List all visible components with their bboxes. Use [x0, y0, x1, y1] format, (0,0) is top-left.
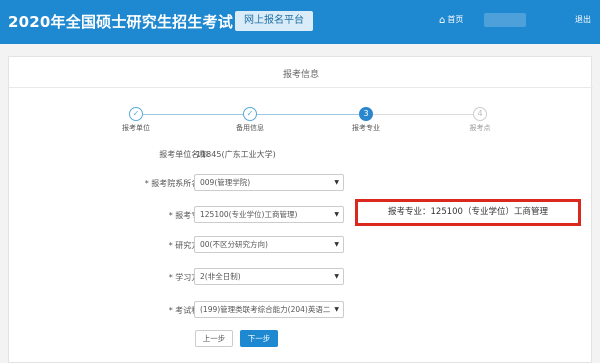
step-connector [143, 114, 243, 115]
user-name-redacted [484, 13, 526, 27]
step-1-label: 报考单位 [122, 124, 150, 132]
step-4-marker: 4 [473, 107, 487, 121]
dropdown-arrow-icon: ▼ [334, 241, 339, 248]
home-link[interactable]: ⌂ 首页 [439, 14, 463, 27]
dropdown-arrow-icon: ▼ [334, 306, 339, 313]
dropdown-arrow-icon: ▼ [334, 273, 339, 280]
major-highlight-callout: 报考专业：125100（专业学位）工商管理 [355, 199, 581, 226]
major-label: * 报考专业: [168, 211, 210, 220]
subjects-value: (199)管理类联考综合能力(204)英语二(-)(无 [200, 305, 330, 314]
unit-value: 11845(广东工业大学) [196, 150, 276, 159]
direction-value: 00(不区分研究方向) [200, 240, 268, 249]
step-connector [373, 114, 473, 115]
step-connector [257, 114, 359, 115]
unit-label: 报考单位名称: [159, 150, 210, 159]
home-label: 首页 [447, 15, 464, 24]
direction-label: * 研究方向: [168, 241, 210, 250]
subjects-label: * 考试科目: [168, 306, 210, 315]
subjects-select[interactable]: (199)管理类联考综合能力(204)英语二(-)(无 ▼ [194, 301, 344, 318]
logout-link[interactable]: 退出 [575, 14, 591, 26]
panel-divider [9, 87, 593, 88]
step-2-marker: ✓ [243, 107, 257, 121]
step-1-marker: ✓ [129, 107, 143, 121]
dropdown-arrow-icon: ▼ [334, 179, 339, 186]
step-3-label: 报考专业 [352, 124, 380, 132]
direction-select[interactable]: 00(不区分研究方向) ▼ [194, 236, 344, 253]
department-value: 009(管理学院) [200, 178, 251, 187]
department-label: * 报考院系所名称: [144, 179, 210, 188]
step-3-marker: 3 [359, 107, 373, 121]
study-mode-select[interactable]: 2(非全日制) ▼ [194, 268, 344, 285]
major-select[interactable]: 125100(专业学位)工商管理) ▼ [194, 206, 344, 223]
step-2-label: 备用信息 [236, 124, 264, 132]
next-step-button[interactable]: 下一步 [240, 330, 278, 347]
dropdown-arrow-icon: ▼ [334, 211, 339, 218]
app-title: 2020年全国硕士研究生招生考试 [8, 13, 233, 31]
step-4-label: 报考点 [469, 124, 491, 132]
study-mode-value: 2(非全日制) [200, 272, 241, 281]
department-select[interactable]: 009(管理学院) ▼ [194, 174, 344, 191]
top-bar: 2020年全国硕士研究生招生考试 网上报名平台 ⌂ 首页 退出 [0, 0, 600, 44]
previous-step-button[interactable]: 上一步 [195, 330, 233, 347]
panel-title: 报考信息 [282, 70, 319, 80]
major-value: 125100(专业学位)工商管理) [200, 210, 298, 219]
home-icon: ⌂ [439, 15, 446, 26]
platform-badge: 网上报名平台 [235, 11, 313, 31]
study-mode-label: * 学习方式: [168, 273, 210, 282]
